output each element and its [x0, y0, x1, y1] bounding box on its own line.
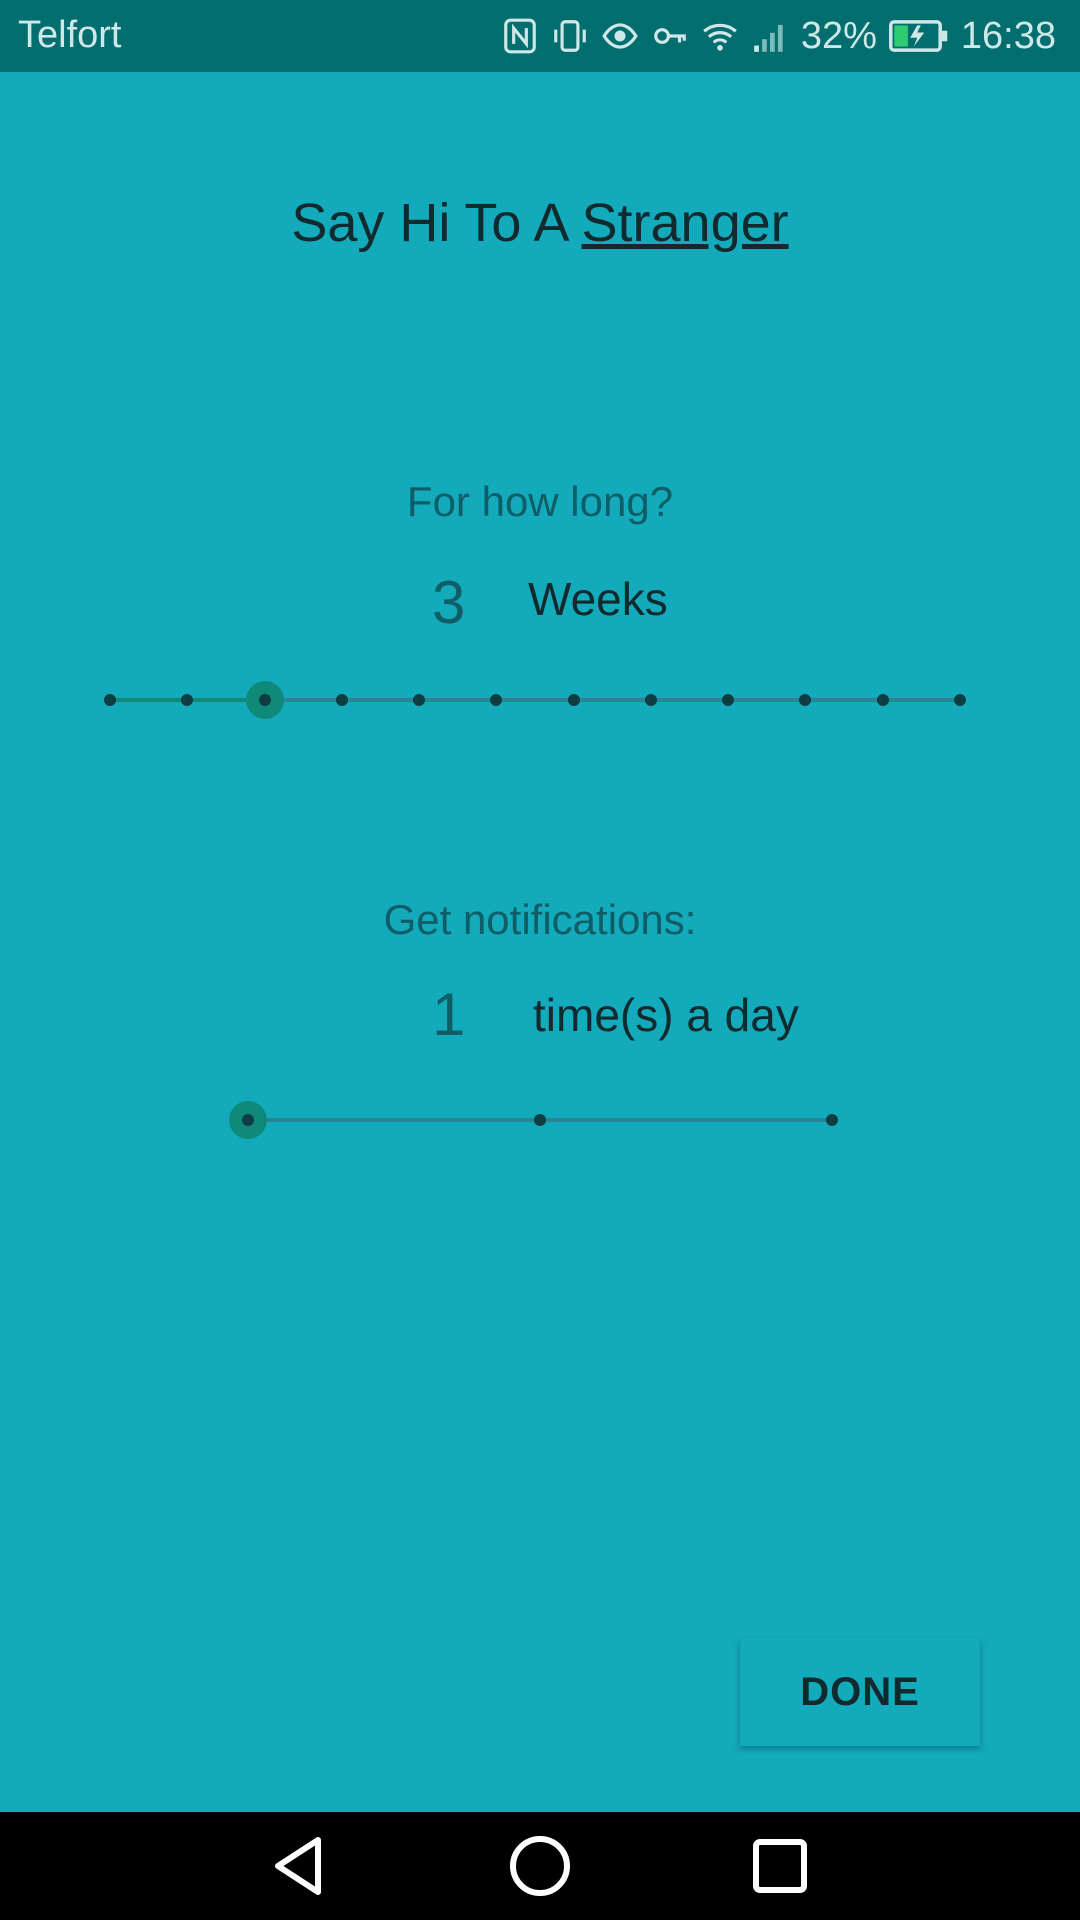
duration-slider-tick: [104, 694, 116, 706]
duration-slider-tick: [181, 694, 194, 706]
duration-slider-tick: [876, 694, 889, 706]
duration-slider-tick: [954, 694, 966, 706]
duration-label: For how long?: [406, 478, 674, 525]
duration-slider-tick: [335, 694, 348, 706]
vibrate-icon: [551, 17, 589, 55]
notifications-value: 1: [432, 981, 466, 1048]
duration-value: 3: [432, 569, 466, 636]
duration-slider-tick: [567, 694, 580, 706]
duration-slider-tick: [644, 694, 657, 706]
duration-unit: Weeks: [528, 573, 668, 625]
duration-slider-tick: [490, 694, 503, 706]
navigation-bar: [0, 1812, 1080, 1920]
signal-icon: [751, 17, 789, 55]
notifications-label: Get notifications:: [383, 896, 697, 943]
status-icons: 32% 16:38: [501, 10, 1056, 62]
battery-percent: 32%: [800, 14, 877, 57]
notifications-slider-tick: [534, 1114, 546, 1126]
duration-slider-tick: [722, 694, 735, 706]
duration-slider-thumb[interactable]: [245, 681, 284, 719]
notifications-unit: time(s) a day: [533, 989, 799, 1041]
notifications-slider[interactable]: [229, 1100, 838, 1140]
duration-slider-tick: [799, 694, 812, 706]
carrier-name: Telfort: [18, 14, 122, 56]
notifications-slider-thumb-dot: [242, 1114, 254, 1126]
duration-slider-tick: [413, 694, 426, 706]
duration-slider[interactable]: [104, 680, 966, 720]
recents-icon[interactable]: [746, 1832, 814, 1900]
nfc-icon: [501, 17, 539, 55]
home-icon[interactable]: [506, 1832, 574, 1900]
key-icon: [651, 17, 689, 55]
done-button[interactable]: DONE: [740, 1638, 980, 1746]
wifi-icon: [701, 17, 739, 55]
notifications-slider-thumb[interactable]: [229, 1101, 267, 1139]
back-icon[interactable]: [266, 1832, 334, 1900]
battery-charging-icon: [888, 17, 949, 55]
status-bar: Telfort 32% 16:38: [0, 0, 1080, 72]
title-prefix: Say Hi To A: [291, 193, 582, 253]
notifications-slider-tick: [826, 1114, 838, 1126]
challenge-title: Say Hi To A Stranger: [0, 192, 1080, 254]
clock: 16:38: [960, 14, 1056, 57]
title-emphasis: Stranger: [581, 193, 789, 253]
duration-slider-thumb-dot: [258, 694, 271, 706]
eye-icon: [601, 17, 639, 55]
